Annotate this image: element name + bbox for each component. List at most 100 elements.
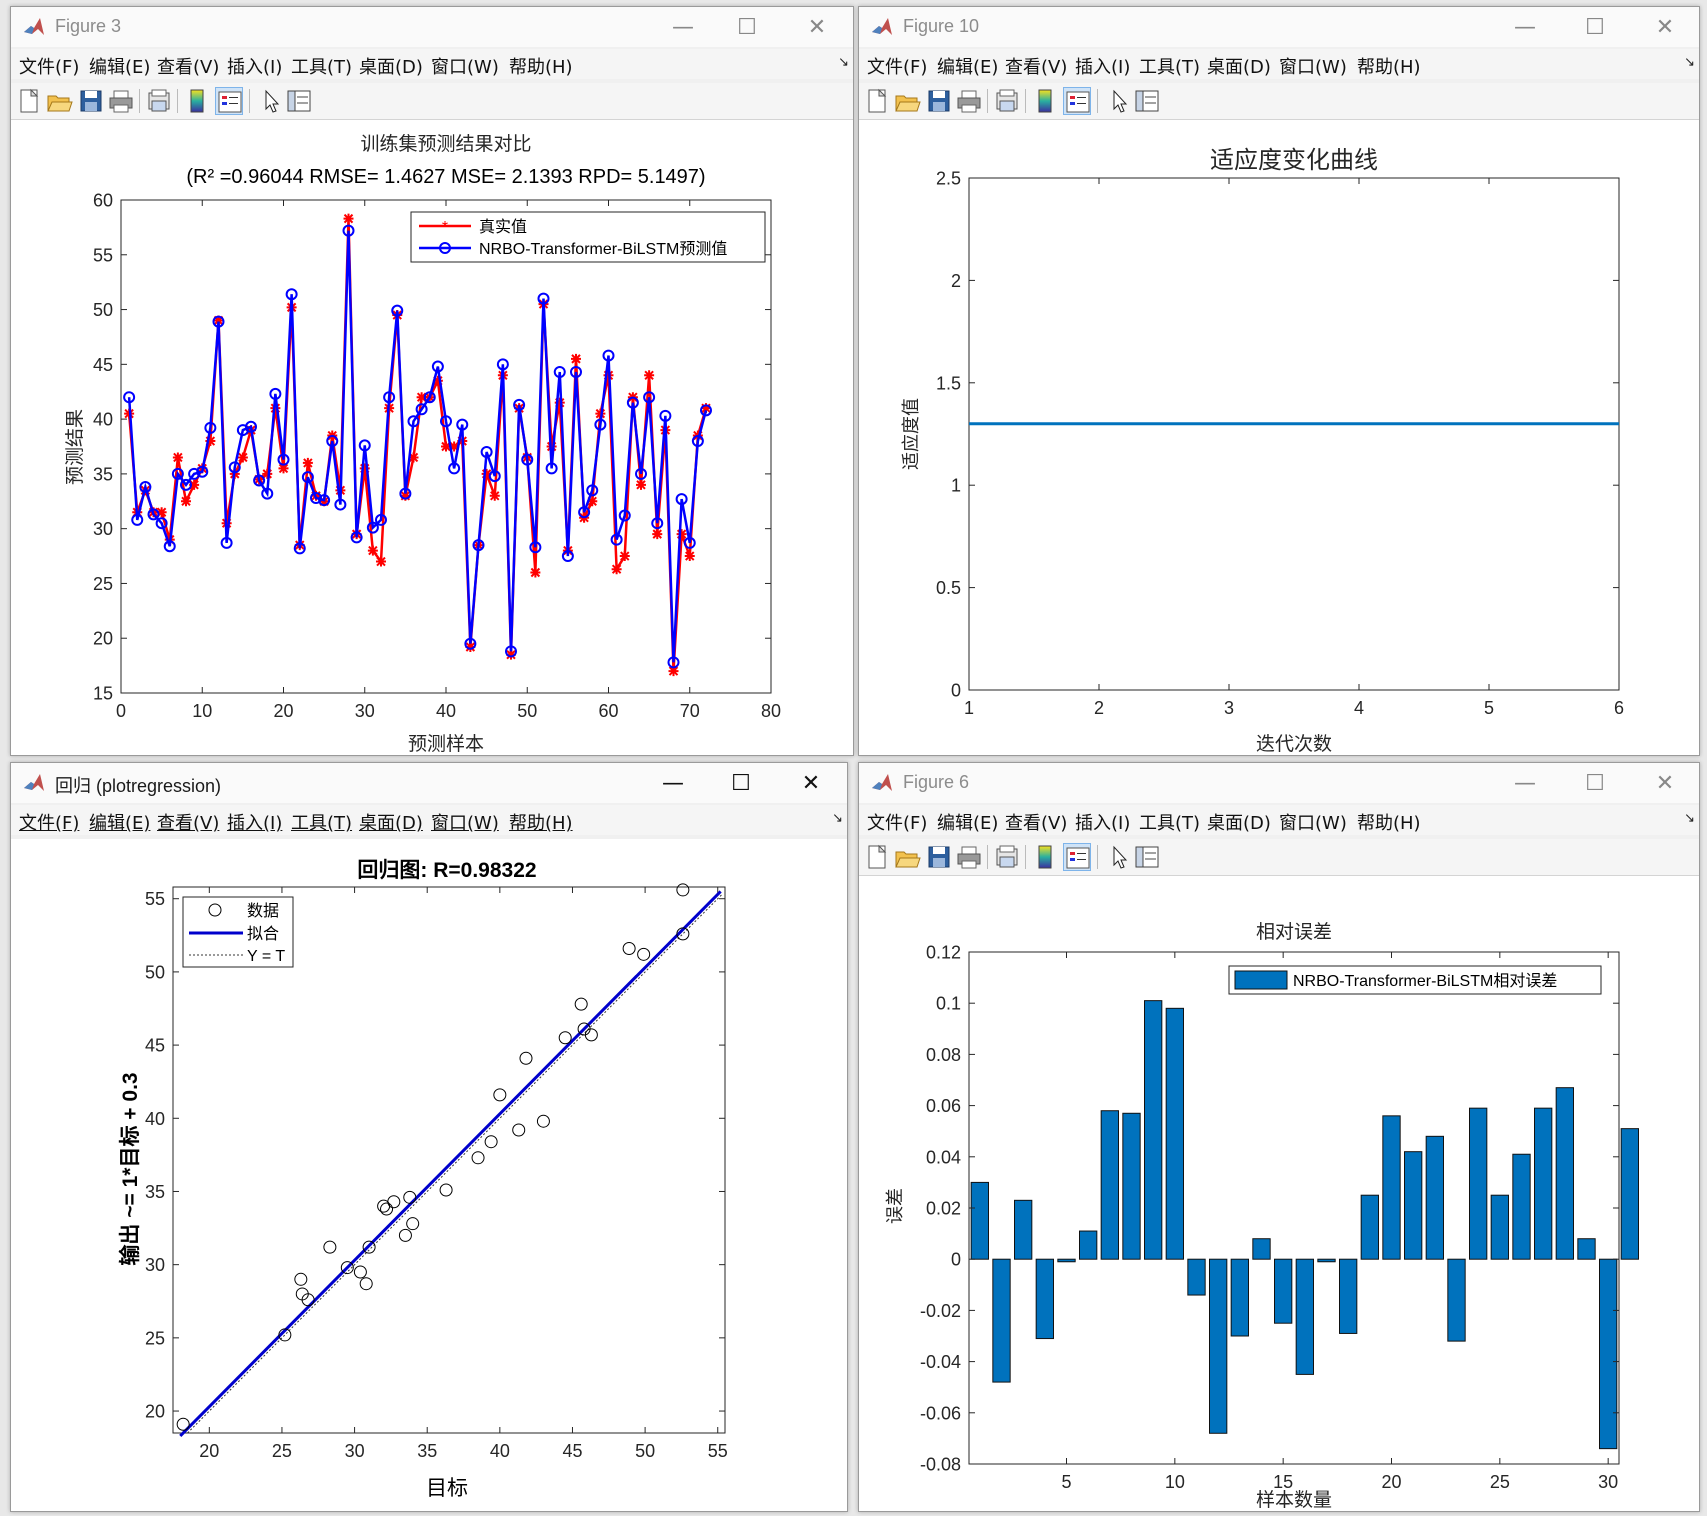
figure-toolbar — [11, 83, 853, 120]
menu-item-4[interactable]: 工具(T) — [291, 53, 352, 79]
title-bar[interactable]: Figure 6 — ☐ ✕ — [859, 763, 1699, 803]
menu-item-6[interactable]: 窗口(W) — [431, 809, 499, 835]
menu-item-3[interactable]: 插入(I) — [227, 809, 282, 835]
maximize-button[interactable]: ☐ — [711, 767, 771, 799]
property-inspector-icon[interactable] — [1133, 843, 1161, 871]
title-bar[interactable]: 回归 (plotregression) — ☐ ✕ — [11, 763, 847, 803]
menu-item-2[interactable]: 查看(V) — [1005, 809, 1067, 835]
maximize-button[interactable]: ☐ — [1565, 767, 1625, 799]
menu-item-3[interactable]: 插入(I) — [1075, 809, 1130, 835]
save-icon[interactable] — [925, 843, 953, 871]
bar — [1490, 1194, 1510, 1260]
figure-window-6[interactable]: Figure 6 — ☐ ✕ 文件(F) 编辑(E) 查看(V) 插入(I) 工具(T)… — [858, 762, 1700, 1512]
menu-item-4[interactable]: 工具(T) — [1139, 53, 1200, 79]
minimize-button[interactable]: — — [643, 767, 703, 799]
menu-item-0[interactable]: 文件(F) — [19, 809, 79, 835]
toolbar-separator — [249, 89, 250, 113]
save-icon[interactable] — [77, 87, 105, 115]
new-figure-icon[interactable] — [15, 87, 43, 115]
legend-icon[interactable] — [1063, 843, 1091, 871]
menu-item-4[interactable]: 工具(T) — [291, 809, 352, 835]
print-preview-icon[interactable] — [145, 87, 173, 115]
menu-item-1[interactable]: 编辑(E) — [89, 809, 150, 835]
pointer-icon[interactable] — [257, 87, 285, 115]
maximize-button[interactable]: ☐ — [1565, 11, 1625, 43]
save-icon[interactable] — [925, 87, 953, 115]
print-preview-icon[interactable] — [993, 87, 1021, 115]
minimize-button[interactable]: — — [1495, 767, 1555, 799]
regression-window[interactable]: 回归 (plotregression) — ☐ ✕ 文件(F) 编辑(E) 查看(V… — [10, 762, 848, 1512]
menu-item-6[interactable]: 窗口(W) — [1279, 53, 1347, 79]
menu-item-5[interactable]: 桌面(D) — [1207, 53, 1271, 79]
x-tick-label: 50 — [517, 701, 537, 721]
menu-item-3[interactable]: 插入(I) — [227, 53, 282, 79]
menu-item-5[interactable]: 桌面(D) — [359, 809, 423, 835]
menu-item-5[interactable]: 桌面(D) — [359, 53, 423, 79]
maximize-button[interactable]: ☐ — [717, 11, 777, 43]
menu-item-0[interactable]: 文件(F) — [867, 53, 927, 79]
chart-figure-10[interactable]: 适应度变化曲线 1 2 3 4 5 6 0 0.5 1 1.5 2 2.5 迭代次数 适应度值 — [859, 120, 1699, 755]
new-figure-icon[interactable] — [863, 843, 891, 871]
property-inspector-icon[interactable] — [285, 87, 313, 115]
pointer-icon[interactable] — [1105, 87, 1133, 115]
menu-item-2[interactable]: 查看(V) — [1005, 53, 1067, 79]
figure-window-3[interactable]: Figure 3 — ☐ ✕ 文件(F) 编辑(E) 查看(V) 插入(I) 工具(T)… — [10, 6, 854, 756]
menu-item-1[interactable]: 编辑(E) — [89, 53, 150, 79]
close-button[interactable]: ✕ — [1635, 11, 1695, 43]
menu-item-6[interactable]: 窗口(W) — [1279, 809, 1347, 835]
open-file-icon[interactable] — [893, 843, 921, 871]
print-icon[interactable] — [107, 87, 135, 115]
close-button[interactable]: ✕ — [781, 767, 841, 799]
menu-overflow-icon[interactable]: ↘ — [1684, 811, 1695, 826]
close-button[interactable]: ✕ — [1635, 767, 1695, 799]
colorbar-icon[interactable] — [1031, 843, 1059, 871]
menu-item-7[interactable]: 帮助(H) — [1357, 53, 1421, 79]
minimize-button[interactable]: — — [1495, 11, 1555, 43]
matlab-logo-icon — [872, 18, 892, 35]
menu-item-7[interactable]: 帮助(H) — [509, 809, 573, 835]
menu-item-1[interactable]: 编辑(E) — [937, 53, 998, 79]
print-icon[interactable] — [955, 843, 983, 871]
window-title: Figure 3 — [55, 16, 122, 36]
y-tick-label: 45 — [93, 355, 113, 375]
menu-item-3[interactable]: 插入(I) — [1075, 53, 1130, 79]
chart-regression[interactable]: 回归图: R=0.98322 20 25 30 35 40 45 50 55 20 25 30 35 40… — [11, 839, 847, 1511]
menu-item-5[interactable]: 桌面(D) — [1207, 809, 1271, 835]
menu-item-1[interactable]: 编辑(E) — [937, 809, 998, 835]
menu-item-6[interactable]: 窗口(W) — [431, 53, 499, 79]
bar — [1512, 1153, 1531, 1260]
close-button[interactable]: ✕ — [787, 11, 847, 43]
colorbar-icon[interactable] — [183, 87, 211, 115]
menu-item-7[interactable]: 帮助(H) — [509, 53, 573, 79]
bar — [1014, 1199, 1033, 1260]
new-figure-icon[interactable] — [863, 87, 891, 115]
chart-figure-6[interactable]: 相对误差 5 10 15 20 25 30 -0.08 -0.06 -0.04 -0.02 0 0.02… — [859, 876, 1699, 1511]
menu-overflow-icon[interactable]: ↘ — [838, 55, 849, 70]
menu-item-2[interactable]: 查看(V) — [157, 53, 219, 79]
x-tick-label: 10 — [1165, 1472, 1185, 1492]
menu-item-0[interactable]: 文件(F) — [19, 53, 79, 79]
figure-window-10[interactable]: Figure 10 — ☐ ✕ 文件(F) 编辑(E) 查看(V) 插入(I) 工具(T… — [858, 6, 1700, 756]
x-tick-label: 55 — [708, 1441, 728, 1461]
menu-item-2[interactable]: 查看(V) — [157, 809, 219, 835]
legend-icon[interactable] — [215, 87, 243, 115]
title-bar[interactable]: Figure 3 — ☐ ✕ — [11, 7, 853, 47]
open-file-icon[interactable] — [893, 87, 921, 115]
x-tick-label: 30 — [355, 701, 375, 721]
print-icon[interactable] — [955, 87, 983, 115]
title-bar[interactable]: Figure 10 — ☐ ✕ — [859, 7, 1699, 47]
chart-figure-3[interactable]: 训练集预测结果对比 (R² =0.96044 RMSE= 1.4627 MSE= … — [11, 120, 853, 755]
legend-icon[interactable] — [1063, 87, 1091, 115]
menu-overflow-icon[interactable]: ↘ — [1684, 55, 1695, 70]
menu-overflow-icon[interactable]: ↘ — [832, 811, 843, 826]
menu-item-7[interactable]: 帮助(H) — [1357, 809, 1421, 835]
print-preview-icon[interactable] — [993, 843, 1021, 871]
minimize-button[interactable]: — — [653, 11, 713, 43]
open-file-icon[interactable] — [45, 87, 73, 115]
pointer-icon[interactable] — [1105, 843, 1133, 871]
menu-item-4[interactable]: 工具(T) — [1139, 809, 1200, 835]
property-inspector-icon[interactable] — [1133, 87, 1161, 115]
x-tick-label: 45 — [562, 1441, 582, 1461]
colorbar-icon[interactable] — [1031, 87, 1059, 115]
menu-item-0[interactable]: 文件(F) — [867, 809, 927, 835]
